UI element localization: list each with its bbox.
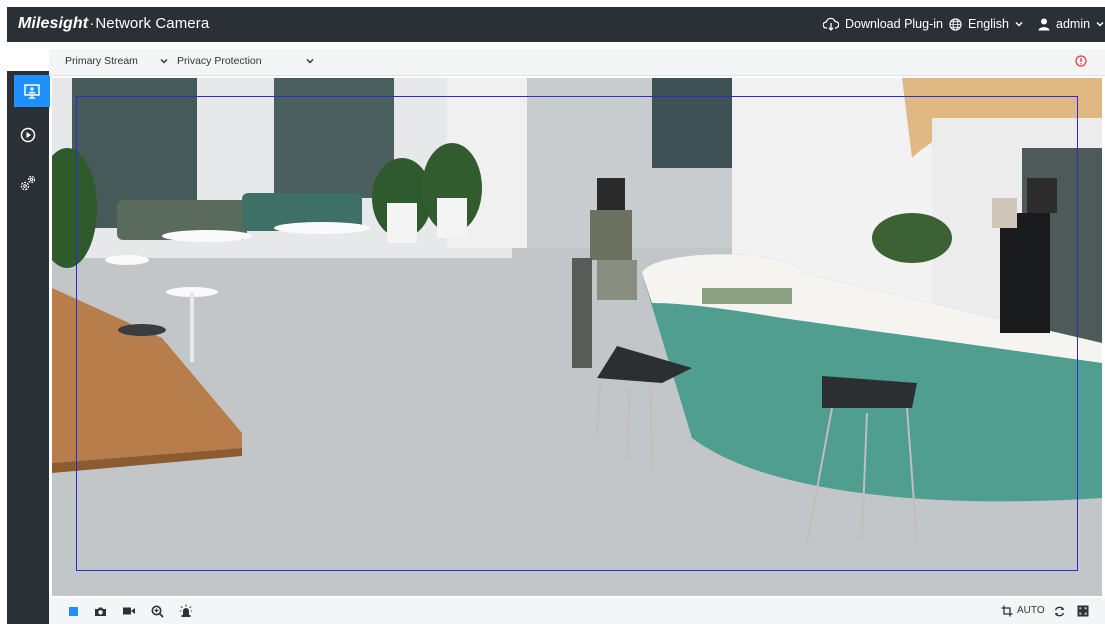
brand: Milesight·Network Camera xyxy=(18,15,209,33)
live-video[interactable] xyxy=(52,78,1102,596)
globe-icon xyxy=(949,17,962,31)
refresh-button[interactable] xyxy=(1051,603,1067,619)
record-button[interactable] xyxy=(121,603,137,619)
crop-button[interactable] xyxy=(999,603,1015,619)
language-label: English xyxy=(968,17,1009,31)
stop-icon xyxy=(68,606,78,616)
user-icon xyxy=(1038,18,1050,30)
alert-circle-icon xyxy=(1075,55,1087,67)
sidebar-item-live-view[interactable] xyxy=(14,75,50,107)
chevron-down-icon xyxy=(1096,21,1104,27)
play-circle-icon xyxy=(20,127,36,143)
mode-select-value: Privacy Protection xyxy=(177,55,262,67)
download-plugin-label: Download Plug-in xyxy=(845,17,943,31)
alarm-icon xyxy=(179,604,193,617)
language-select[interactable]: English xyxy=(949,17,1023,31)
snapshot-button[interactable] xyxy=(92,603,108,619)
chevron-down-icon xyxy=(1015,21,1023,27)
sidebar-item-settings[interactable] xyxy=(12,167,44,199)
zoom-in-icon xyxy=(151,605,164,618)
brand-logo: Milesight xyxy=(18,15,89,32)
brand-separator: · xyxy=(89,15,95,32)
chevron-down-icon xyxy=(306,59,314,64)
top-header: Milesight·Network Camera Download Plug-i… xyxy=(7,7,1105,42)
chevron-down-icon xyxy=(160,59,168,64)
digital-zoom-button[interactable] xyxy=(149,603,165,619)
stream-select-value: Primary Stream xyxy=(65,55,138,67)
stream-bar: Primary Stream Privacy Protection xyxy=(49,49,1105,76)
fullscreen-button[interactable] xyxy=(1075,603,1091,619)
sidebar xyxy=(7,71,50,624)
mode-select[interactable]: Privacy Protection xyxy=(177,55,314,67)
sidebar-item-playback[interactable] xyxy=(12,119,44,151)
download-plugin-link[interactable]: Download Plug-in xyxy=(823,17,943,31)
gears-icon xyxy=(20,175,36,191)
download-cloud-icon xyxy=(823,17,839,31)
alert-indicator[interactable] xyxy=(1075,55,1087,70)
bottom-toolbar: AUTO xyxy=(49,598,1105,624)
camera-scene xyxy=(52,78,1102,596)
crop-icon xyxy=(1001,605,1013,617)
monitor-icon xyxy=(24,83,40,99)
brand-product: Network Camera xyxy=(95,15,210,32)
fullscreen-icon xyxy=(1077,605,1089,617)
stream-select[interactable]: Primary Stream xyxy=(65,55,168,67)
stream-mode-auto[interactable]: AUTO xyxy=(1017,605,1045,616)
user-label: admin xyxy=(1056,17,1091,31)
record-icon xyxy=(123,607,135,615)
stop-button[interactable] xyxy=(65,603,81,619)
user-menu[interactable]: admin xyxy=(1038,17,1104,31)
refresh-icon xyxy=(1054,606,1064,616)
alarm-button[interactable] xyxy=(178,603,194,619)
camera-icon xyxy=(94,607,106,616)
